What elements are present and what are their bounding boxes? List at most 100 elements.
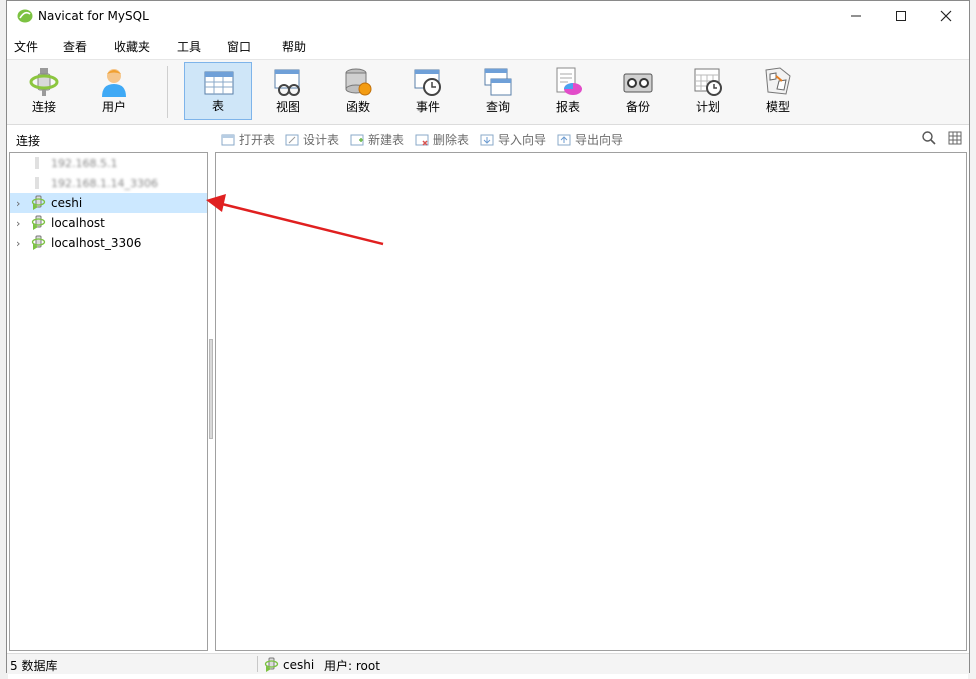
export-wizard-icon — [557, 134, 571, 145]
tree-item-localhost[interactable]: › localhost — [10, 213, 207, 233]
main-toolbar: 连接 用户 表 视图 函数 事件 查询 报表 备份 计划 模型 — [7, 59, 969, 125]
status-connection: ceshi — [263, 657, 314, 673]
mysql-connection-icon — [264, 657, 279, 672]
tree-item-label: 192.168.5.1 — [51, 156, 118, 170]
tree-item-label: 192.168.1.14_3306 — [51, 176, 158, 190]
delete-table-button[interactable]: 删除表 — [415, 131, 469, 148]
connection-icon — [35, 157, 39, 169]
navicat-logo-icon — [17, 9, 33, 23]
toolbar-table-button[interactable]: 表 — [184, 62, 252, 120]
search-icon[interactable] — [921, 130, 937, 146]
open-table-icon — [221, 134, 235, 145]
plug-icon — [29, 68, 59, 96]
toolbar-user-label: 用户 — [101, 100, 126, 114]
tree-item-label: ceshi — [51, 196, 83, 210]
title-bar: Navicat for MySQL — [7, 1, 969, 31]
toolbar-view-button[interactable]: 视图 — [254, 62, 322, 120]
toolbar-report-button[interactable]: 报表 — [534, 62, 602, 120]
new-table-label: 新建表 — [368, 133, 405, 147]
toolbar-query-label: 查询 — [485, 100, 510, 114]
menu-bar: 文件 查看 收藏夹 工具 窗口 帮助 — [7, 33, 969, 57]
menu-view[interactable]: 查看 — [63, 38, 87, 55]
table-icon — [204, 71, 234, 95]
chevron-right-icon[interactable]: › — [16, 197, 30, 210]
tree-item-0[interactable]: 192.168.5.1 — [10, 153, 207, 173]
design-table-button[interactable]: 设计表 — [285, 131, 339, 148]
design-table-icon — [285, 134, 299, 145]
toolbar-view-label: 视图 — [275, 100, 300, 114]
report-icon — [556, 67, 582, 95]
event-icon — [414, 69, 441, 96]
status-bar: 5 数据库 ceshi 用户: root — [7, 653, 969, 674]
toolbar-separator — [167, 66, 168, 118]
status-user: 用户: root — [324, 659, 380, 673]
right-tools — [921, 130, 963, 146]
maximize-button[interactable] — [878, 1, 923, 31]
toolbar-schedule-button[interactable]: 计划 — [674, 62, 742, 120]
new-table-button[interactable]: 新建表 — [350, 131, 404, 148]
menu-file[interactable]: 文件 — [14, 38, 38, 55]
chevron-right-icon[interactable]: › — [16, 217, 30, 230]
toolbar-model-button[interactable]: 模型 — [744, 62, 812, 120]
user-icon — [102, 69, 126, 97]
tree-item-localhost-3306[interactable]: › localhost_3306 — [10, 233, 207, 253]
open-table-label: 打开表 — [239, 133, 276, 147]
close-button[interactable] — [923, 1, 968, 31]
delete-table-icon — [415, 134, 429, 146]
object-list-pane[interactable] — [215, 152, 967, 651]
connection-icon — [35, 177, 39, 189]
toolbar-connect-button[interactable]: 连接 — [10, 62, 78, 120]
toolbar-report-label: 报表 — [555, 100, 580, 114]
mysql-connection-icon — [31, 195, 46, 210]
toolbar-event-button[interactable]: 事件 — [394, 62, 462, 120]
toolbar-function-label: 函数 — [345, 100, 370, 114]
chevron-right-icon[interactable]: › — [16, 237, 30, 250]
backup-icon — [623, 73, 653, 93]
maximize-icon — [895, 11, 906, 21]
status-connection-name: ceshi — [283, 658, 315, 672]
view-icon — [274, 69, 300, 96]
design-table-label: 设计表 — [303, 133, 340, 147]
navicat-window: Navicat for MySQL 文件 查看 收藏夹 工具 窗口 帮助 连接 — [6, 0, 970, 674]
query-icon — [484, 68, 512, 96]
pane-splitter[interactable] — [209, 339, 213, 439]
export-wizard-label: 导出向导 — [575, 133, 624, 147]
toolbar-table-label: 表 — [211, 99, 224, 113]
menu-favorites[interactable]: 收藏夹 — [114, 38, 150, 55]
toolbar-model-label: 模型 — [765, 100, 790, 114]
toolbar-backup-button[interactable]: 备份 — [604, 62, 672, 120]
tree-item-label: localhost_3306 — [51, 236, 142, 250]
tree-item-label: localhost — [51, 216, 105, 230]
import-wizard-label: 导入向导 — [498, 133, 547, 147]
model-icon — [765, 67, 791, 95]
toolbar-user-button[interactable]: 用户 — [80, 62, 148, 120]
toolbar-event-label: 事件 — [415, 100, 440, 114]
toolbar-function-button[interactable]: 函数 — [324, 62, 392, 120]
function-icon — [345, 68, 372, 96]
mysql-connection-icon — [31, 235, 46, 250]
toolbar-connect-label: 连接 — [31, 100, 56, 114]
delete-table-label: 删除表 — [433, 133, 470, 147]
export-wizard-button[interactable]: 导出向导 — [557, 131, 623, 148]
minimize-button[interactable] — [833, 1, 878, 31]
menu-tools[interactable]: 工具 — [177, 38, 201, 55]
menu-help[interactable]: 帮助 — [282, 38, 306, 55]
import-wizard-icon — [480, 134, 494, 145]
close-icon — [940, 10, 951, 22]
open-table-button[interactable]: 打开表 — [221, 131, 275, 148]
tree-item-1[interactable]: 192.168.1.14_3306 — [10, 173, 207, 193]
toolbar-backup-label: 备份 — [625, 100, 650, 114]
menu-window[interactable]: 窗口 — [227, 38, 251, 55]
toolbar-query-button[interactable]: 查询 — [464, 62, 532, 120]
tree-item-ceshi[interactable]: › ceshi — [10, 193, 207, 213]
object-toolbar: 连接 打开表 设计表 新建表 删除表 导入向导 导出向导 — [7, 125, 969, 151]
connection-tree: 192.168.5.1 192.168.1.14_3306 › ceshi › … — [9, 152, 208, 651]
connection-pane-label: 连接 — [16, 134, 41, 148]
status-db-count: 5 数据库 — [10, 659, 58, 673]
grid-view-icon[interactable] — [947, 130, 963, 146]
mysql-connection-icon — [31, 215, 46, 230]
import-wizard-button[interactable]: 导入向导 — [480, 131, 546, 148]
window-title: Navicat for MySQL — [38, 9, 149, 23]
schedule-icon — [694, 68, 722, 96]
status-divider — [257, 656, 258, 672]
